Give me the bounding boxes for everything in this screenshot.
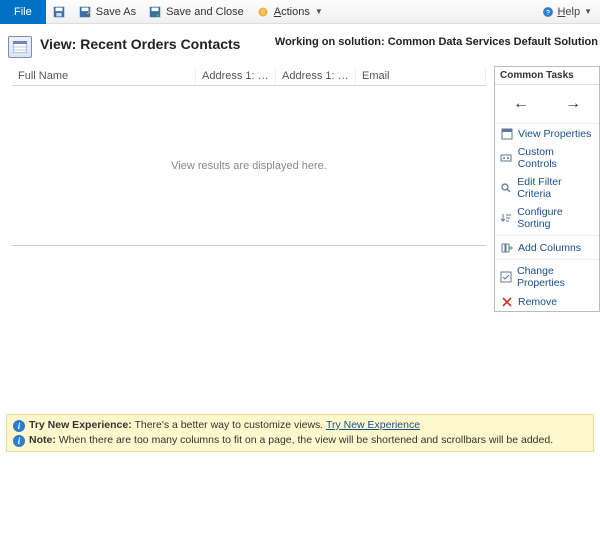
grid-column-headers: Full Name Address 1: Latitu... Address 1… — [12, 66, 486, 86]
grid-empty-text: View results are displayed here. — [171, 160, 327, 172]
save-close-icon — [148, 5, 162, 19]
info-bar: i Try New Experience: There's a better w… — [6, 414, 594, 452]
try-new-experience-link[interactable]: Try New Experience — [326, 419, 420, 431]
task-edit-filter[interactable]: Edit Filter Criteria — [495, 173, 599, 203]
top-toolbar: File Save As Save and Close Actions ▼ ? … — [0, 0, 600, 24]
save-and-close-button[interactable]: Save and Close — [142, 0, 250, 24]
nav-row: ← → — [495, 85, 599, 124]
nav-back-button[interactable]: ← — [513, 95, 529, 113]
actions-icon — [256, 5, 270, 19]
save-button[interactable] — [46, 0, 72, 24]
save-close-label: Save and Close — [166, 6, 244, 18]
info-line-try-new: i Try New Experience: There's a better w… — [13, 418, 587, 433]
column-header[interactable]: Full Name — [12, 68, 196, 84]
column-header[interactable]: Address 1: Longi... — [276, 68, 356, 84]
save-as-button[interactable]: Save As — [72, 0, 142, 24]
task-remove[interactable]: Remove — [495, 292, 599, 311]
grid-body: View results are displayed here. — [12, 86, 486, 246]
tasks-title: Common Tasks — [495, 67, 599, 85]
task-custom-controls[interactable]: Custom Controls — [495, 143, 599, 173]
info-line-note: i Note: When there are too many columns … — [13, 433, 587, 448]
common-tasks-panel: Common Tasks ← → View Properties Custom … — [494, 66, 600, 312]
task-view-properties[interactable]: View Properties — [495, 124, 599, 143]
chevron-down-icon: ▼ — [315, 7, 323, 16]
svg-text:?: ? — [546, 9, 550, 16]
view-title: View: Recent Orders Contacts — [40, 36, 240, 52]
view-icon — [8, 36, 32, 58]
column-header[interactable]: Address 1: Latitu... — [196, 68, 276, 84]
actions-label: ctions — [281, 6, 310, 18]
filter-icon — [500, 182, 512, 195]
task-change-properties[interactable]: Change Properties — [495, 262, 599, 292]
info-icon: i — [13, 420, 25, 432]
actions-menu[interactable]: Actions ▼ — [250, 0, 329, 24]
task-add-columns[interactable]: Add Columns — [495, 238, 599, 257]
controls-icon — [500, 152, 513, 165]
nav-forward-button[interactable]: → — [565, 95, 581, 113]
task-configure-sorting[interactable]: Configure Sorting — [495, 203, 599, 233]
change-properties-icon — [500, 271, 512, 284]
file-tab[interactable]: File — [0, 0, 46, 24]
sort-icon — [500, 212, 512, 225]
save-as-label: Save As — [96, 6, 136, 18]
properties-icon — [500, 127, 513, 140]
save-icon — [52, 5, 66, 19]
remove-icon — [500, 295, 513, 308]
column-header[interactable]: Email — [356, 68, 486, 84]
add-columns-icon — [500, 241, 513, 254]
view-header: View: Recent Orders Contacts Working on … — [0, 24, 600, 66]
save-as-icon — [78, 5, 92, 19]
grid-panel: Full Name Address 1: Latitu... Address 1… — [12, 66, 486, 312]
chevron-down-icon: ▼ — [584, 7, 592, 16]
help-icon: ? — [542, 6, 554, 18]
main-area: Full Name Address 1: Latitu... Address 1… — [0, 66, 600, 312]
help-link[interactable]: ? Help ▼ — [534, 6, 600, 18]
solution-label: Working on solution: Common Data Service… — [275, 36, 600, 48]
info-icon: i — [13, 435, 25, 447]
